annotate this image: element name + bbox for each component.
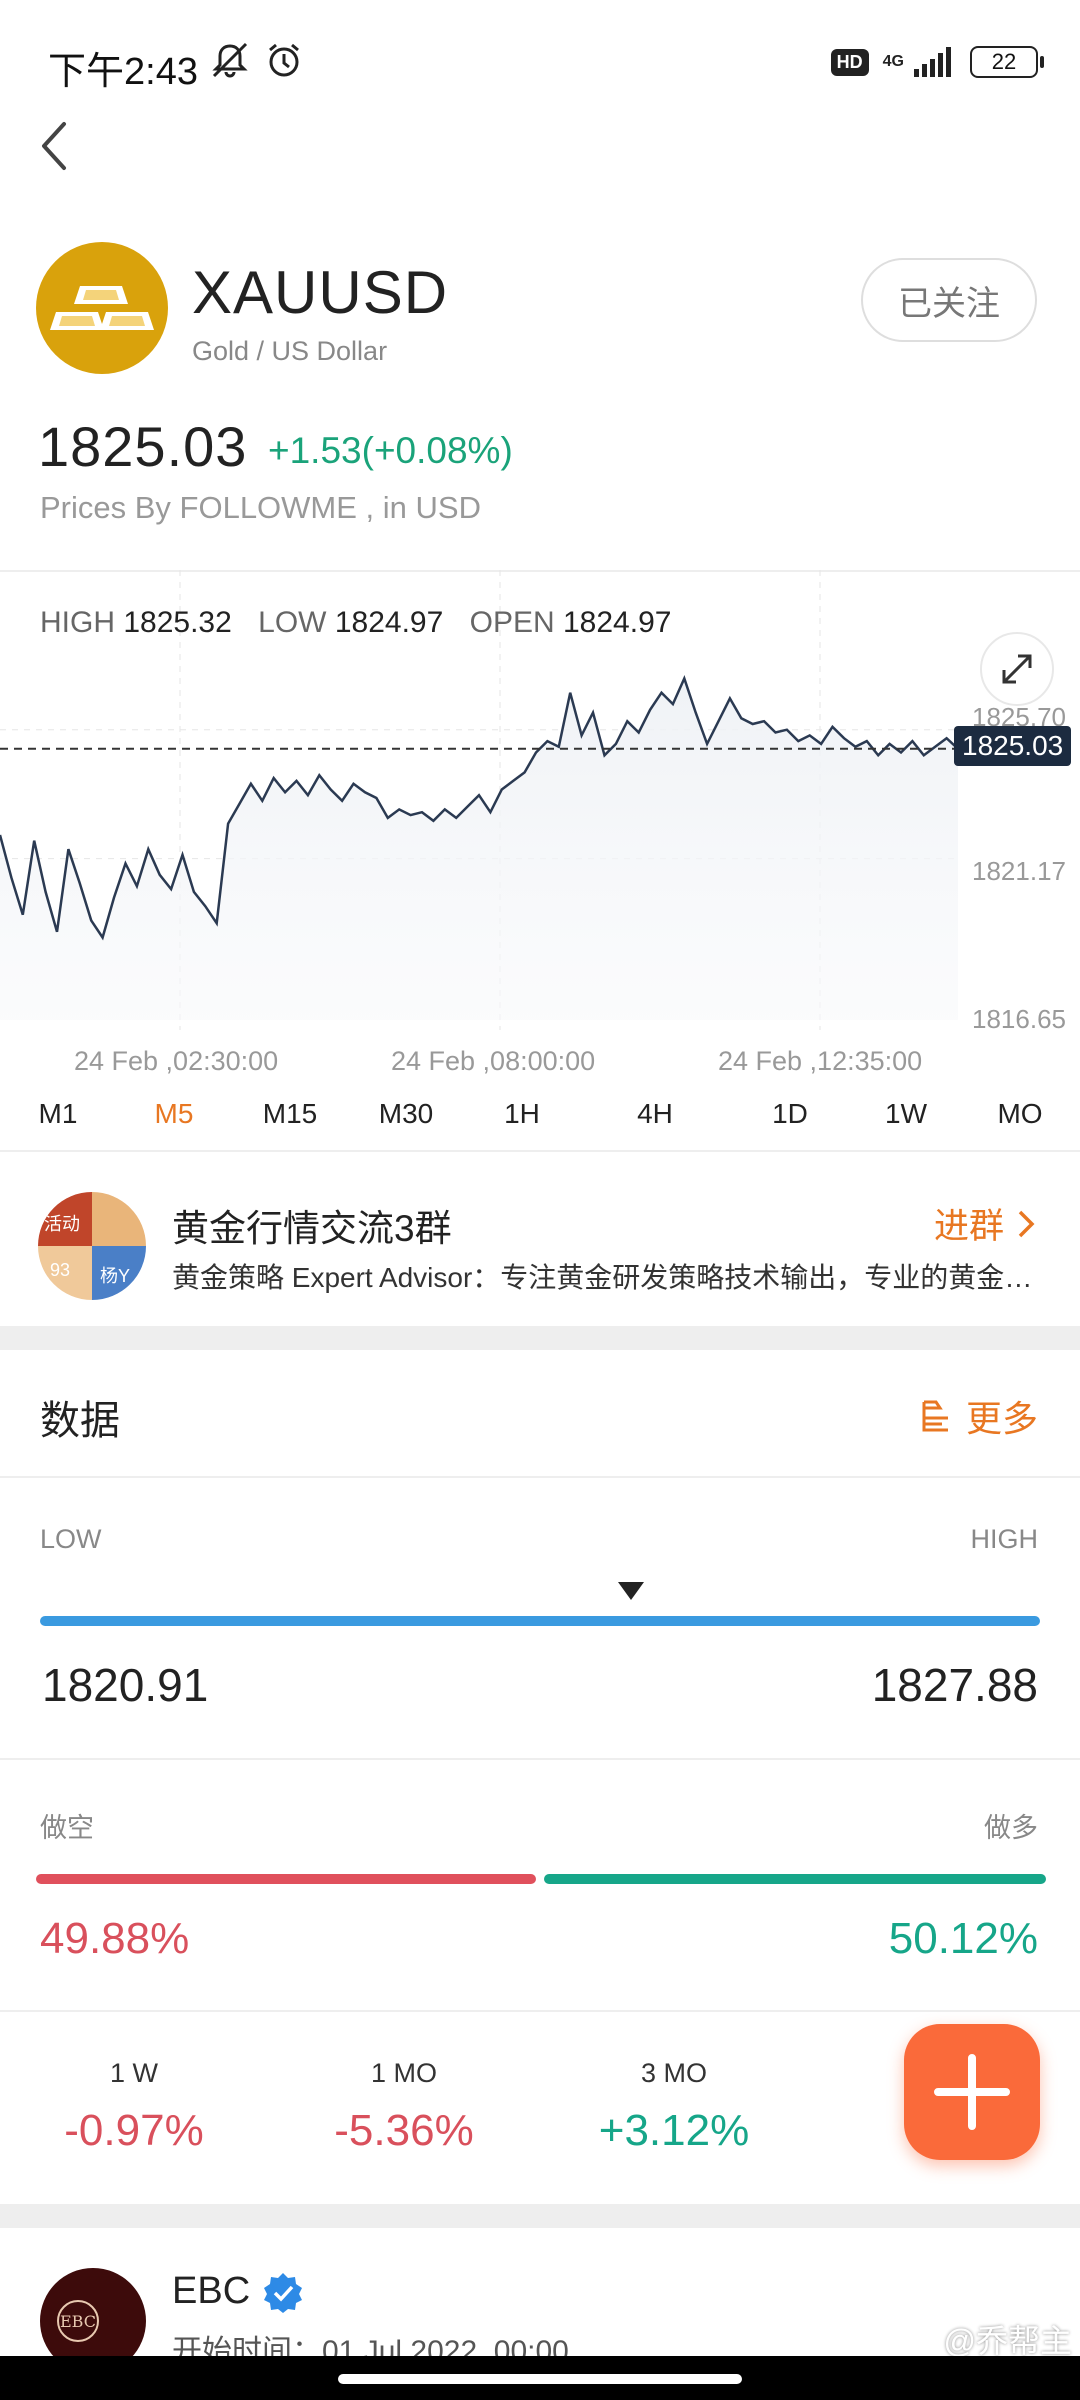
low-value: 1824.97 (334, 606, 444, 639)
chevron-right-icon (1018, 1210, 1035, 1237)
timeframe-tab-1w[interactable]: 1W (885, 1098, 927, 1130)
range-marker-icon (618, 1582, 644, 1600)
low-label: LOW (258, 606, 327, 639)
gold-bars-icon (50, 286, 154, 330)
section-divider (0, 2010, 1080, 2012)
timeframe-tab-m1[interactable]: M1 (39, 1098, 78, 1130)
current-price: 1825.03 (38, 415, 248, 478)
status-time: 下午2:43 (48, 51, 198, 93)
timeframe-tab-mo[interactable]: MO (997, 1098, 1042, 1130)
price-source: Prices By FOLLOWME , in USD (40, 490, 481, 525)
gold-logo (36, 242, 168, 374)
list-icon (922, 1400, 948, 1432)
group-name[interactable]: 黄金行情交流3群 (172, 1198, 452, 1252)
timeframe-tab-4h[interactable]: 4H (637, 1098, 673, 1130)
long-label: 做多 (984, 1813, 1038, 1843)
current-price-tag: 1825.03 (954, 726, 1072, 766)
short-percentage: 49.88% (40, 1914, 190, 1963)
x-tick-label: 24 Feb ,02:30:00 (74, 1046, 279, 1076)
short-ratio-bar (36, 1874, 536, 1884)
open-value: 1824.97 (563, 606, 672, 639)
svg-text:EBC: EBC (60, 2312, 96, 2331)
x-tick-label: 24 Feb ,12:35:00 (718, 1046, 923, 1076)
avatar-cell-text: 杨Y (100, 1266, 131, 1286)
follow-button[interactable]: 已关注 (861, 258, 1037, 342)
perf-value: -0.97% (64, 2106, 204, 2155)
more-label: 更多 (965, 1398, 1038, 1439)
symbol-title: XAUUSD (192, 259, 449, 326)
section-separator (0, 1326, 1080, 1350)
timeframe-tab-m5[interactable]: M5 (155, 1098, 194, 1130)
symbol-subtitle: Gold / US Dollar (192, 336, 388, 366)
perf-value: -5.36% (334, 2106, 474, 2155)
alarm-icon (269, 43, 299, 77)
price-chart[interactable] (0, 570, 1080, 1170)
signal-icon (914, 47, 951, 77)
x-tick-label: 24 Feb ,08:00:00 (391, 1046, 596, 1076)
mute-bell-icon (212, 42, 248, 78)
perf-value: +3.12% (598, 2106, 750, 2155)
timeframe-tab-m15[interactable]: M15 (263, 1098, 317, 1130)
long-percentage: 50.12% (888, 1914, 1038, 1963)
day-range-bar (40, 1616, 1040, 1626)
hd-badge: HD (830, 48, 869, 76)
expand-chart-button[interactable] (980, 632, 1054, 706)
data-section-title: 数据 (40, 1399, 120, 1443)
short-label: 做空 (40, 1813, 94, 1843)
chart-area-fill (0, 678, 958, 1020)
range-high-value: 1827.88 (871, 1659, 1038, 1711)
add-fab-button[interactable] (904, 2024, 1040, 2160)
plus-icon (934, 2054, 1010, 2130)
high-value: 1825.32 (123, 606, 232, 639)
section-divider (0, 1476, 1080, 1478)
y-tick-label: 1821.17 (972, 856, 1066, 886)
timeframe-tab-1h[interactable]: 1H (504, 1098, 540, 1130)
status-indicators: HD 4G 22 (830, 46, 1044, 78)
section-divider (0, 1758, 1080, 1760)
home-gesture-handle[interactable] (338, 2374, 742, 2384)
avatar-cell-text: 93 (50, 1260, 71, 1280)
price-change: +1.53(+0.08%) (268, 430, 513, 471)
perf-period-label: 1 W (109, 2058, 158, 2088)
perf-period-label: 1 MO (370, 2058, 437, 2088)
open-label: OPEN (469, 606, 555, 639)
ohlc-readout: HIGH 1825.32 LOW 1824.97 OPEN 1824.97 (40, 606, 689, 640)
avatar-badge-text: 活动 (44, 1214, 80, 1234)
group-description: 黄金策略 Expert Advisor：专注黄金研发策略技术输出，专业的黄金交易… (172, 1262, 1042, 1293)
network-type: 4G (882, 53, 904, 70)
high-range-label: HIGH (970, 1524, 1039, 1554)
join-group-button[interactable]: 进群 (934, 1198, 1036, 1249)
more-button[interactable]: 更多 (918, 1390, 1038, 1442)
perf-period-label: 3 MO (640, 2058, 707, 2088)
join-label: 进群 (933, 1207, 1004, 1246)
y-tick-label: 1816.65 (972, 1004, 1066, 1034)
range-low-value: 1820.91 (42, 1659, 209, 1711)
timeframe-tab-1d[interactable]: 1D (772, 1098, 808, 1130)
broker-name-row: EBC (172, 2270, 304, 2313)
section-divider (0, 1150, 1080, 1152)
section-separator (0, 2204, 1080, 2228)
long-ratio-bar (544, 1874, 1046, 1884)
verified-badge-icon (264, 2272, 303, 2313)
group-avatar[interactable]: 活动 93 杨Y (38, 1192, 146, 1300)
back-arrow-icon[interactable] (36, 118, 72, 174)
timeframe-tab-m30[interactable]: M30 (379, 1098, 433, 1130)
broker-name[interactable]: EBC (172, 2270, 250, 2313)
expand-icon (1002, 654, 1032, 684)
battery-indicator: 22 (970, 46, 1044, 78)
low-range-label: LOW (40, 1524, 102, 1554)
high-label: HIGH (40, 606, 115, 639)
